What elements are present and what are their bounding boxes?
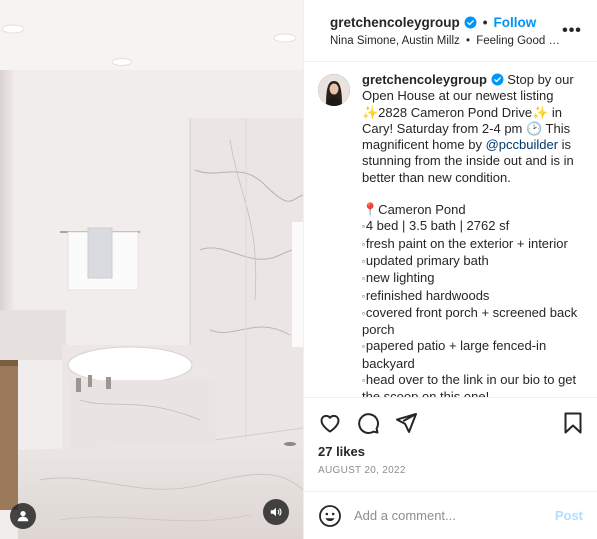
user-tag-icon[interactable] (10, 503, 36, 529)
sound-icon[interactable] (263, 499, 289, 525)
follow-button[interactable]: Follow (494, 15, 537, 30)
caption-line: ▫papered patio + large fenced-in backyar… (362, 338, 547, 371)
audio-separator: • (465, 34, 470, 47)
post-date: AUGUST 20, 2022 (318, 465, 406, 476)
caption-line: ▫refinished hardwoods (362, 287, 490, 303)
post-header-line: gretchencoleygroup • Follow (330, 15, 561, 30)
comment-input[interactable] (354, 508, 555, 523)
likes-count[interactable]: 27 likes (318, 444, 585, 459)
caption-area: gretchencoleygroup Stop by our Open Hous… (304, 62, 597, 397)
caption-line: ▫covered front porch + screened back por… (362, 304, 578, 338)
save-icon[interactable] (561, 411, 585, 435)
audio-artist: Nina Simone, Austin Millz (330, 34, 460, 47)
caption-line: ▫new lighting (362, 270, 435, 286)
post-header-text: gretchencoleygroup • Follow Nina Simone,… (330, 15, 561, 47)
verified-icon (464, 16, 477, 28)
post-header: gretchencoleygroup • Follow Nina Simone,… (304, 0, 597, 62)
post-media[interactable] (0, 0, 303, 539)
post-dialog: gretchencoleygroup • Follow Nina Simone,… (0, 0, 597, 539)
caption-line: ▫fresh paint on the exterior + interior (362, 235, 568, 251)
caption-line: ▫updated primary bath (362, 252, 489, 268)
audio-track: Feeling Good (A... (476, 34, 561, 47)
post-details-panel: gretchencoleygroup • Follow Nina Simone,… (303, 0, 597, 539)
emoji-icon[interactable] (318, 504, 342, 528)
listing-place: 📍Cameron Pond (362, 202, 466, 218)
mention-link[interactable]: @pccbuilder (486, 137, 558, 152)
post-comment-button[interactable]: Post (555, 508, 583, 523)
separator-dot: • (482, 14, 488, 30)
comment-icon[interactable] (356, 411, 380, 435)
action-icons (318, 404, 585, 442)
caption-line: ▫4 bed | 3.5 bath | 2762 sf (362, 218, 510, 234)
more-icon[interactable]: ••• (561, 20, 583, 42)
heart-icon[interactable] (318, 411, 342, 435)
caption-line: ▫head over to the link in our bio to get… (362, 372, 577, 397)
share-icon[interactable] (394, 411, 418, 435)
author-username[interactable]: gretchencoleygroup (330, 15, 460, 30)
author-avatar[interactable] (318, 74, 350, 106)
caption-username[interactable]: gretchencoleygroup (362, 72, 487, 87)
caption-text: gretchencoleygroup Stop by our Open Hous… (362, 72, 583, 397)
post-actions: 27 likes AUGUST 20, 2022 (304, 397, 597, 476)
comment-bar: Post (304, 491, 597, 539)
audio-attribution[interactable]: Nina Simone, Austin Millz • Feeling Good… (330, 35, 561, 47)
verified-icon (491, 73, 504, 86)
bathroom-photo (0, 0, 303, 539)
